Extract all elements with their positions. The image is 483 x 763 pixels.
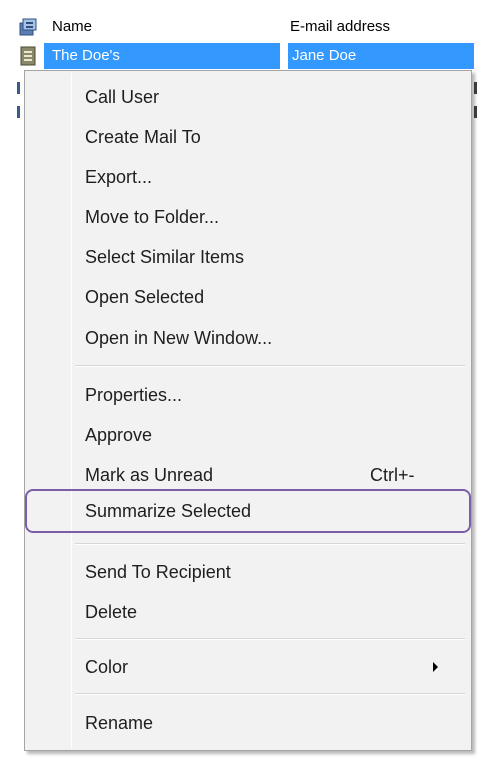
contact-card-icon bbox=[18, 45, 38, 67]
menu-item-label: Mark as Unread bbox=[85, 465, 214, 485]
context-menu: Call User Create Mail To Export... Move … bbox=[24, 70, 472, 751]
menu-item-summarize-selected[interactable]: Summarize Selected bbox=[25, 492, 471, 530]
menu-separator bbox=[75, 693, 465, 695]
menu-item-label: Open Selected bbox=[85, 287, 205, 307]
menu-item-label: Select Similar Items bbox=[85, 247, 245, 267]
menu-item-label: Properties... bbox=[85, 385, 183, 405]
menu-item-color[interactable]: Color bbox=[25, 648, 471, 686]
menu-separator bbox=[75, 543, 465, 545]
row-text-fragment bbox=[474, 82, 477, 94]
menu-item-approve[interactable]: Approve bbox=[25, 416, 471, 454]
menu-item-move-to-folder[interactable]: Move to Folder... bbox=[25, 198, 471, 236]
menu-item-create-mail-to[interactable]: Create Mail To bbox=[25, 118, 471, 156]
submenu-arrow-icon bbox=[433, 662, 438, 672]
row-email-cell[interactable]: Jane Doe bbox=[288, 43, 474, 69]
menu-item-send-to-recipient[interactable]: Send To Recipient bbox=[25, 553, 471, 591]
menu-item-label: Create Mail To bbox=[85, 127, 201, 147]
column-header-email[interactable]: E-mail address bbox=[290, 18, 390, 35]
column-header-name[interactable]: Name bbox=[52, 18, 92, 35]
menu-item-export[interactable]: Export... bbox=[25, 158, 471, 196]
row-name-cell[interactable]: The Doe's bbox=[44, 43, 280, 69]
screen: Name E-mail address The Doe's Jane Doe C… bbox=[0, 0, 483, 763]
menu-item-label: Open in New Window... bbox=[85, 328, 273, 348]
table-row[interactable]: The Doe's Jane Doe bbox=[14, 42, 483, 70]
menu-item-label: Export... bbox=[85, 167, 153, 187]
menu-item-open-in-new-window[interactable]: Open in New Window... bbox=[25, 319, 471, 357]
row-text-fragment bbox=[474, 106, 477, 118]
menu-item-open-selected[interactable]: Open Selected bbox=[25, 278, 471, 316]
menu-item-shortcut: Ctrl+- bbox=[370, 465, 415, 485]
menu-item-delete[interactable]: Delete bbox=[25, 593, 471, 631]
row-icon-fragment bbox=[17, 82, 20, 94]
menu-item-label: Move to Folder... bbox=[85, 207, 220, 227]
list-header: Name E-mail address bbox=[14, 14, 483, 40]
menu-item-label: Call User bbox=[85, 87, 160, 107]
menu-item-properties[interactable]: Properties... bbox=[25, 376, 471, 414]
menu-item-label: Color bbox=[85, 657, 129, 677]
row-icon-fragment bbox=[17, 106, 20, 118]
menu-item-label: Rename bbox=[85, 713, 154, 733]
menu-item-label: Delete bbox=[85, 602, 138, 622]
menu-separator bbox=[75, 365, 465, 367]
menu-item-call-user[interactable]: Call User bbox=[25, 78, 471, 116]
menu-item-select-similar-items[interactable]: Select Similar Items bbox=[25, 238, 471, 276]
menu-item-label: Send To Recipient bbox=[85, 562, 231, 582]
menu-item-label: Summarize Selected bbox=[85, 501, 252, 521]
menu-item-label: Approve bbox=[85, 425, 153, 445]
contact-list-icon bbox=[18, 17, 38, 37]
menu-item-rename[interactable]: Rename bbox=[25, 704, 471, 742]
menu-separator bbox=[75, 638, 465, 640]
